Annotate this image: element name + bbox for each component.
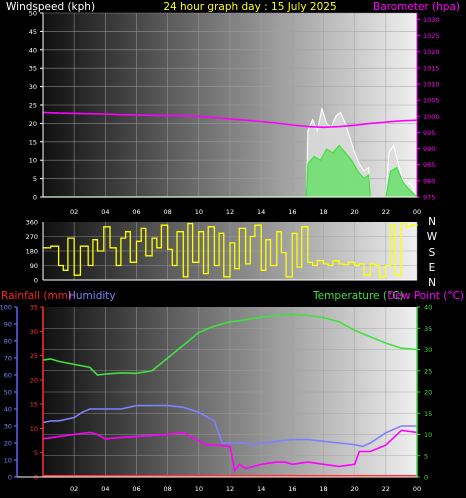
wind-left-tick-label: 50	[29, 10, 37, 18]
barometer-tick-label: 1000	[423, 113, 440, 121]
temp-tick-label: 0	[424, 474, 428, 482]
humidity-tick-label: 0	[8, 474, 12, 482]
wind-x-tick-label: 18	[319, 208, 327, 216]
barometer-tick-label: 1005	[423, 97, 440, 105]
temp-tick-label: 30	[424, 346, 432, 354]
humidity-tick-label: 90	[4, 321, 12, 329]
climate-x-tick-label: 10	[195, 485, 203, 493]
barometer-tick-label: 990	[423, 145, 435, 153]
compass-labels: N W S E N	[427, 216, 438, 289]
barometer-tick-label: 1010	[423, 81, 440, 89]
humidity-tick-label: 70	[4, 355, 12, 363]
wind-x-tick-label: 00	[413, 208, 421, 216]
wind-x-tick-label: 20	[351, 208, 359, 216]
barometer-axis-title: Barometer (hpa)	[373, 1, 460, 13]
rain-tick-label: 25	[30, 352, 38, 360]
wind-x-tick-label: 22	[382, 208, 390, 216]
climate-x-tick-label: 18	[319, 485, 327, 493]
humidity-tick-label: 10	[4, 457, 12, 465]
barometer-tick-label: 1025	[423, 32, 440, 40]
wind-left-tick-label: 5	[33, 175, 37, 183]
rain-tick-label: 20	[30, 376, 38, 384]
barometer-tick-label: 995	[423, 129, 435, 137]
temp-tick-label: 35	[424, 325, 432, 333]
temp-tick-label: 15	[424, 410, 432, 418]
rain-tick-label: 30	[30, 328, 38, 336]
humidity-tick-label: 20	[4, 440, 12, 448]
wind-x-tick-label: 04	[101, 208, 109, 216]
climate-x-tick-label: 12	[226, 485, 234, 493]
wind-x-tick-label: 02	[70, 208, 78, 216]
humidity-tick-label: 50	[4, 389, 12, 397]
temp-tick-label: 10	[424, 431, 432, 439]
wind-x-tick-label: 08	[164, 208, 172, 216]
climate-x-tick-label: 20	[351, 485, 359, 493]
wind-left-tick-label: 25	[29, 102, 37, 110]
climate-x-tick-label: 22	[382, 485, 390, 493]
climate-x-tick-label: 04	[101, 485, 109, 493]
barometer-tick-label: 975	[423, 194, 435, 202]
humidity-tick-label: 100	[0, 304, 12, 312]
barometer-tick-label: 985	[423, 161, 435, 169]
compass-label-n-bottom: N	[428, 277, 436, 289]
humidity-tick-label: 60	[4, 372, 12, 380]
humidity-axis-title: Humidity	[68, 290, 116, 302]
climate-x-tick-label: 08	[164, 485, 172, 493]
wind-left-tick-label: 35	[29, 65, 37, 73]
compass-label-s: S	[429, 247, 436, 259]
climate-x-tick-label: 02	[70, 485, 78, 493]
rain-tick-label: 15	[30, 401, 38, 409]
wind-x-tick-label: 12	[226, 208, 234, 216]
wind-left-tick-label: 0	[33, 194, 37, 202]
wind-left-tick-label: 40	[29, 46, 37, 54]
direction-tick-label: 360	[26, 219, 38, 227]
humidity-tick-label: 30	[4, 423, 12, 431]
wind-left-tick-label: 30	[29, 83, 37, 91]
barometer-tick-label: 1015	[423, 64, 440, 72]
climate-x-tick-label: 00	[413, 485, 421, 493]
compass-label-e: E	[429, 262, 436, 274]
compass-label-w: W	[427, 231, 438, 243]
climate-x-tick-label: 14	[257, 485, 265, 493]
climate-x-tick-label: 06	[132, 485, 140, 493]
humidity-tick-label: 80	[4, 338, 12, 346]
wind-x-tick-label: 14	[257, 208, 265, 216]
wind-left-tick-label: 10	[29, 157, 37, 165]
chart-title: 24 hour graph day : 15 July 2025	[163, 1, 336, 13]
wind-left-tick-label: 45	[29, 28, 37, 36]
wind-left-tick-label: 15	[29, 138, 37, 146]
wind-x-tick-label: 10	[195, 208, 203, 216]
temp-tick-label: 20	[424, 389, 432, 397]
rain-tick-label: 5	[34, 449, 38, 457]
barometer-tick-label: 1020	[423, 48, 440, 56]
compass-label-n-top: N	[428, 216, 436, 228]
windspeed-axis-title: Windspeed (kph)	[6, 1, 95, 13]
temp-tick-label: 5	[424, 452, 428, 460]
weather-graph: Windspeed (kph) 24 hour graph day : 15 J…	[0, 1, 464, 493]
wind-left-tick-label: 20	[29, 120, 37, 128]
temp-tick-label: 40	[424, 304, 432, 312]
direction-tick-label: 90	[30, 262, 38, 270]
wind-x-tick-label: 16	[288, 208, 296, 216]
direction-tick-label: 270	[26, 233, 38, 241]
humidity-tick-label: 40	[4, 406, 12, 414]
barometer-tick-label: 1030	[423, 16, 440, 24]
dewpoint-axis-title: Dew Point (°C)	[387, 290, 464, 302]
temp-tick-label: 25	[424, 367, 432, 375]
wind-x-tick-label: 06	[132, 208, 140, 216]
direction-tick-label: 180	[26, 248, 38, 256]
barometer-tick-label: 980	[423, 177, 435, 185]
rain-tick-label: 35	[30, 304, 38, 312]
climate-x-tick-label: 16	[288, 485, 296, 493]
rainfall-axis-title: Rainfall (mm)	[1, 290, 72, 302]
direction-tick-label: 0	[34, 277, 38, 285]
rain-tick-label: 10	[30, 425, 38, 433]
